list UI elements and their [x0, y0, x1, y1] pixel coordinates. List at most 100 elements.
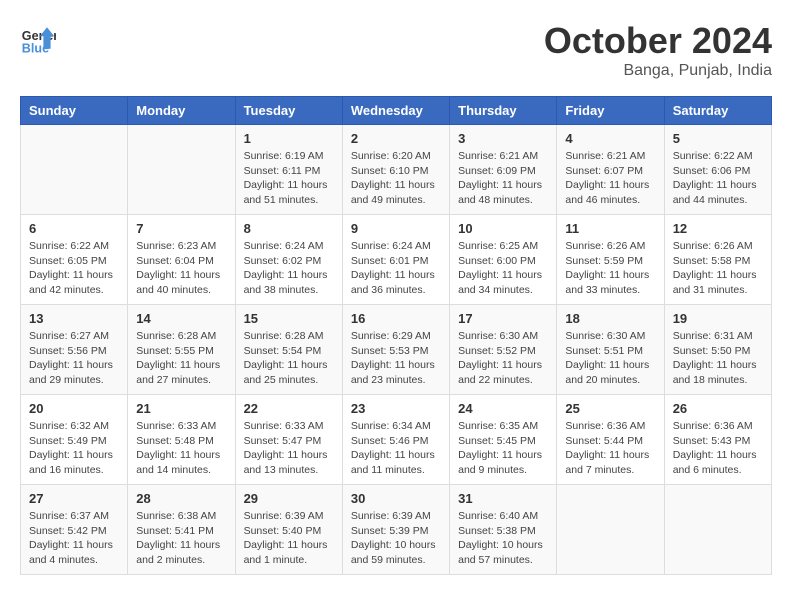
day-number: 8 — [244, 221, 334, 236]
calendar-cell: 6 Sunrise: 6:22 AM Sunset: 6:05 PM Daylig… — [21, 215, 128, 305]
day-info: Sunrise: 6:31 AM Sunset: 5:50 PM Dayligh… — [673, 329, 763, 388]
calendar-table: SundayMondayTuesdayWednesdayThursdayFrid… — [20, 96, 772, 575]
day-number: 2 — [351, 131, 441, 146]
day-info: Sunrise: 6:24 AM Sunset: 6:01 PM Dayligh… — [351, 239, 441, 298]
day-number: 4 — [565, 131, 655, 146]
day-number: 10 — [458, 221, 548, 236]
calendar-cell: 9Sunrise: 6:24 AM Sunset: 6:01 PM Daylig… — [342, 215, 449, 305]
day-number: 20 — [29, 401, 119, 416]
day-number: 30 — [351, 491, 441, 506]
calendar-cell: 22Sunrise: 6:33 AM Sunset: 5:47 PM Dayli… — [235, 395, 342, 485]
day-number: 14 — [136, 311, 226, 326]
day-number: 18 — [565, 311, 655, 326]
calendar-cell: 5 Sunrise: 6:22 AM Sunset: 6:06 PM Daylig… — [664, 125, 771, 215]
day-info: Sunrise: 6:40 AM Sunset: 5:38 PM Dayligh… — [458, 509, 548, 568]
page-header: General Blue October 2024 Banga, Punjab,… — [20, 20, 772, 80]
calendar-cell: 4 Sunrise: 6:21 AM Sunset: 6:07 PM Daylig… — [557, 125, 664, 215]
calendar-cell: 18 Sunrise: 6:30 AM Sunset: 5:51 PM Dayli… — [557, 305, 664, 395]
day-number: 16 — [351, 311, 441, 326]
day-info: Sunrise: 6:24 AM Sunset: 6:02 PM Dayligh… — [244, 239, 334, 298]
day-number: 5 — [673, 131, 763, 146]
day-info: Sunrise: 6:25 AM Sunset: 6:00 PM Dayligh… — [458, 239, 548, 298]
calendar-cell: 21 Sunrise: 6:33 AM Sunset: 5:48 PM Dayli… — [128, 395, 235, 485]
calendar-cell — [21, 125, 128, 215]
calendar-cell: 30Sunrise: 6:39 AM Sunset: 5:39 PM Dayli… — [342, 485, 449, 575]
weekday-header-saturday: Saturday — [664, 97, 771, 125]
day-number: 19 — [673, 311, 763, 326]
title-block: October 2024 Banga, Punjab, India — [544, 20, 772, 80]
day-number: 29 — [244, 491, 334, 506]
weekday-header-sunday: Sunday — [21, 97, 128, 125]
calendar-cell: 16Sunrise: 6:29 AM Sunset: 5:53 PM Dayli… — [342, 305, 449, 395]
calendar-cell: 2Sunrise: 6:20 AM Sunset: 6:10 PM Daylig… — [342, 125, 449, 215]
calendar-cell: 26 Sunrise: 6:36 AM Sunset: 5:43 PM Dayli… — [664, 395, 771, 485]
weekday-header-wednesday: Wednesday — [342, 97, 449, 125]
day-info: Sunrise: 6:37 AM Sunset: 5:42 PM Dayligh… — [29, 509, 119, 568]
weekday-header-tuesday: Tuesday — [235, 97, 342, 125]
day-info: Sunrise: 6:39 AM Sunset: 5:40 PM Dayligh… — [244, 509, 334, 568]
day-number: 21 — [136, 401, 226, 416]
calendar-cell: 11 Sunrise: 6:26 AM Sunset: 5:59 PM Dayli… — [557, 215, 664, 305]
calendar-cell: 15 Sunrise: 6:28 AM Sunset: 5:54 PM Dayli… — [235, 305, 342, 395]
day-number: 15 — [244, 311, 334, 326]
calendar-cell: 28 Sunrise: 6:38 AM Sunset: 5:41 PM Dayli… — [128, 485, 235, 575]
day-info: Sunrise: 6:32 AM Sunset: 5:49 PM Dayligh… — [29, 419, 119, 478]
week-row-1: 1 Sunrise: 6:19 AM Sunset: 6:11 PM Daylig… — [21, 125, 772, 215]
day-number: 28 — [136, 491, 226, 506]
weekday-header-monday: Monday — [128, 97, 235, 125]
day-info: Sunrise: 6:36 AM Sunset: 5:43 PM Dayligh… — [673, 419, 763, 478]
calendar-cell — [557, 485, 664, 575]
day-number: 1 — [244, 131, 334, 146]
day-number: 6 — [29, 221, 119, 236]
week-row-5: 27 Sunrise: 6:37 AM Sunset: 5:42 PM Dayli… — [21, 485, 772, 575]
calendar-cell: 8 Sunrise: 6:24 AM Sunset: 6:02 PM Daylig… — [235, 215, 342, 305]
day-info: Sunrise: 6:26 AM Sunset: 5:58 PM Dayligh… — [673, 239, 763, 298]
week-row-3: 13 Sunrise: 6:27 AM Sunset: 5:56 PM Dayli… — [21, 305, 772, 395]
calendar-cell: 19 Sunrise: 6:31 AM Sunset: 5:50 PM Dayli… — [664, 305, 771, 395]
weekday-header-row: SundayMondayTuesdayWednesdayThursdayFrid… — [21, 97, 772, 125]
logo: General Blue — [20, 20, 56, 56]
day-info: Sunrise: 6:21 AM Sunset: 6:09 PM Dayligh… — [458, 149, 548, 208]
logo-icon: General Blue — [20, 20, 56, 56]
day-info: Sunrise: 6:22 AM Sunset: 6:06 PM Dayligh… — [673, 149, 763, 208]
day-number: 26 — [673, 401, 763, 416]
day-info: Sunrise: 6:26 AM Sunset: 5:59 PM Dayligh… — [565, 239, 655, 298]
calendar-cell: 31Sunrise: 6:40 AM Sunset: 5:38 PM Dayli… — [450, 485, 557, 575]
calendar-cell: 13 Sunrise: 6:27 AM Sunset: 5:56 PM Dayli… — [21, 305, 128, 395]
calendar-cell: 27 Sunrise: 6:37 AM Sunset: 5:42 PM Dayli… — [21, 485, 128, 575]
day-number: 11 — [565, 221, 655, 236]
calendar-cell: 14 Sunrise: 6:28 AM Sunset: 5:55 PM Dayli… — [128, 305, 235, 395]
day-number: 25 — [565, 401, 655, 416]
week-row-2: 6 Sunrise: 6:22 AM Sunset: 6:05 PM Daylig… — [21, 215, 772, 305]
month-title: October 2024 — [544, 20, 772, 62]
calendar-cell — [128, 125, 235, 215]
day-info: Sunrise: 6:30 AM Sunset: 5:52 PM Dayligh… — [458, 329, 548, 388]
day-number: 12 — [673, 221, 763, 236]
day-info: Sunrise: 6:33 AM Sunset: 5:48 PM Dayligh… — [136, 419, 226, 478]
calendar-cell — [664, 485, 771, 575]
week-row-4: 20 Sunrise: 6:32 AM Sunset: 5:49 PM Dayli… — [21, 395, 772, 485]
day-info: Sunrise: 6:19 AM Sunset: 6:11 PM Dayligh… — [244, 149, 334, 208]
day-info: Sunrise: 6:35 AM Sunset: 5:45 PM Dayligh… — [458, 419, 548, 478]
day-number: 3 — [458, 131, 548, 146]
location-title: Banga, Punjab, India — [544, 62, 772, 80]
day-number: 23 — [351, 401, 441, 416]
day-info: Sunrise: 6:38 AM Sunset: 5:41 PM Dayligh… — [136, 509, 226, 568]
day-info: Sunrise: 6:28 AM Sunset: 5:54 PM Dayligh… — [244, 329, 334, 388]
day-number: 13 — [29, 311, 119, 326]
calendar-cell: 25 Sunrise: 6:36 AM Sunset: 5:44 PM Dayli… — [557, 395, 664, 485]
day-info: Sunrise: 6:30 AM Sunset: 5:51 PM Dayligh… — [565, 329, 655, 388]
calendar-cell: 23Sunrise: 6:34 AM Sunset: 5:46 PM Dayli… — [342, 395, 449, 485]
day-info: Sunrise: 6:22 AM Sunset: 6:05 PM Dayligh… — [29, 239, 119, 298]
day-info: Sunrise: 6:27 AM Sunset: 5:56 PM Dayligh… — [29, 329, 119, 388]
weekday-header-thursday: Thursday — [450, 97, 557, 125]
calendar-cell: 17Sunrise: 6:30 AM Sunset: 5:52 PM Dayli… — [450, 305, 557, 395]
weekday-header-friday: Friday — [557, 97, 664, 125]
calendar-cell: 12 Sunrise: 6:26 AM Sunset: 5:58 PM Dayli… — [664, 215, 771, 305]
day-info: Sunrise: 6:36 AM Sunset: 5:44 PM Dayligh… — [565, 419, 655, 478]
day-info: Sunrise: 6:21 AM Sunset: 6:07 PM Dayligh… — [565, 149, 655, 208]
day-number: 7 — [136, 221, 226, 236]
calendar-cell: 20 Sunrise: 6:32 AM Sunset: 5:49 PM Dayli… — [21, 395, 128, 485]
day-info: Sunrise: 6:28 AM Sunset: 5:55 PM Dayligh… — [136, 329, 226, 388]
day-number: 27 — [29, 491, 119, 506]
